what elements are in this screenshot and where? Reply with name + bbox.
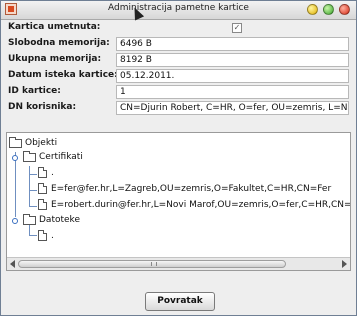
card-inserted-label: Kartica umetnuta: [8,22,101,32]
total-memory-label: Ukupna memorija: [8,54,102,64]
user-dn-field[interactable]: CN=Djurin Robert, C=HR, O=fer, OU=zemris… [116,101,349,115]
tree-node-cert-robert[interactable]: E=robert.durin@fer.hr,L=Novi Marof,OU=ze… [38,198,350,212]
tree-node-root[interactable]: Objekti [9,136,129,150]
user-dn-row: DN korisnika: CN=Djurin Robert, C=HR, O=… [6,100,351,116]
total-memory-row: Ukupna memorija: 8192 B [6,52,351,68]
tree-node-cert-empty-label: . [51,168,54,178]
file-icon [38,183,47,194]
user-dn-label: DN korisnika: [8,102,77,112]
tree-connector [29,190,37,191]
expiry-date-label: Datum isteka kartice: [8,70,118,80]
scrollbar-thumb[interactable] [18,260,286,268]
folder-open-icon [23,151,36,162]
file-icon [38,230,47,241]
free-memory-row: Slobodna memorija: 6496 B [6,36,351,52]
back-button[interactable]: Povratak [145,292,215,311]
expiry-date-field[interactable]: 05.12.2011. [116,69,349,83]
file-icon [38,167,47,178]
tree-node-file-empty[interactable]: . [38,229,78,243]
total-memory-field[interactable]: 8192 B [116,53,349,67]
scroll-right-icon[interactable] [342,260,347,268]
tree-connector [29,174,37,175]
tree-node-cert-fer[interactable]: E=fer@fer.hr,L=Zagreb,OU=zemris,O=Fakult… [38,182,348,196]
tree-node-certificates[interactable]: Certifikati [23,150,143,164]
close-icon[interactable] [339,4,350,15]
tree-node-cert-fer-label: E=fer@fer.hr,L=Zagreb,OU=zemris,O=Fakult… [51,184,332,194]
card-inserted-row: Kartica umetnuta: ✓ [6,20,351,36]
objects-tree[interactable]: Objekti Certifikati . E=fer@fer.hr,L=Zag… [6,132,351,271]
app-window: Administracija pametne kartice Kartica u… [0,0,357,316]
card-id-label: ID kartice: [8,86,61,96]
horizontal-scrollbar[interactable] [7,257,350,270]
card-inserted-checkbox[interactable]: ✓ [232,23,242,33]
tree-connector [29,235,37,236]
card-id-row: ID kartice: 1 [6,84,351,100]
folder-icon [9,137,22,148]
expiry-date-row: Datum isteka kartice: 05.12.2011. [6,68,351,84]
card-id-field[interactable]: 1 [116,85,349,99]
maximize-icon[interactable] [323,4,334,15]
card-info-panel: Kartica umetnuta: ✓ Slobodna memorija: 6… [6,20,351,118]
free-memory-field[interactable]: 6496 B [116,37,349,51]
folder-open-icon [23,214,36,225]
expand-toggle-icon[interactable] [12,218,18,224]
expand-toggle-icon[interactable] [12,155,18,161]
tree-node-file-empty-label: . [51,231,54,241]
tree-connector [29,206,37,207]
window-title: Administracija pametne kartice [108,3,249,13]
tree-connector [15,152,16,217]
tree-connector [29,166,30,206]
tree-node-root-label: Objekti [25,138,58,148]
tree-node-cert-robert-label: E=robert.durin@fer.hr,L=Novi Marof,OU=ze… [51,200,350,210]
tree-node-files[interactable]: Datoteke [23,213,143,227]
tree-node-cert-empty[interactable]: . [38,166,78,180]
tree-node-files-label: Datoteke [39,215,80,225]
tree-node-certificates-label: Certifikati [39,152,83,162]
file-icon [38,199,47,210]
minimize-icon[interactable] [307,4,318,15]
grip-icon [151,262,157,266]
title-bar[interactable]: Administracija pametne kartice [1,1,356,21]
free-memory-label: Slobodna memorija: [8,38,110,48]
scroll-left-icon[interactable] [10,260,15,268]
